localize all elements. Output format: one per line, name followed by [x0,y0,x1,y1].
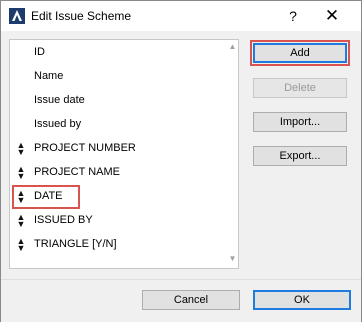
drag-handle-icon[interactable]: ▲ ▼ [16,141,26,157]
edit-issue-scheme-dialog: Edit Issue Scheme ? ✕ ID Name Issue date… [0,0,362,322]
dialog-title: Edit Issue Scheme [31,9,132,23]
export-button[interactable]: Export... [253,146,347,166]
add-highlight-frame [250,40,350,66]
app-icon [9,8,25,24]
import-button[interactable]: Import... [253,112,347,132]
cancel-button[interactable]: Cancel [142,290,240,310]
list-item[interactable]: ▲ ▼ PROJECT NUMBER [10,138,220,160]
list-item-label: TRIANGLE [Y/N] [34,238,117,250]
list-item[interactable]: ▲ ▼ ISSUED BY [10,210,220,232]
ok-button[interactable]: OK [253,290,351,310]
drag-handle-icon[interactable]: ▲ ▼ [16,165,26,181]
list-item[interactable]: Issue date [10,90,220,112]
list-item[interactable]: Name [10,66,220,88]
scroll-up-icon[interactable]: ▲ [227,42,238,52]
help-button[interactable]: ? [283,6,303,26]
delete-button[interactable]: Delete [253,78,347,98]
issue-field-list[interactable]: ID Name Issue date Issued by ▲ ▼ PROJECT … [9,39,239,269]
list-item[interactable]: ▲ ▼ TRIANGLE [Y/N] [10,234,220,256]
list-item-label: ISSUED BY [34,214,93,226]
title-bar: Edit Issue Scheme ? ✕ [1,1,361,31]
list-scrollbar[interactable]: ▲ ▼ [227,40,238,268]
scroll-down-icon[interactable]: ▼ [227,254,238,264]
drag-handle-icon[interactable]: ▲ ▼ [16,237,26,253]
list-item[interactable]: ▲ ▼ PROJECT NAME [10,162,220,184]
close-button[interactable]: ✕ [321,6,343,26]
list-item[interactable]: Issued by [10,114,220,136]
list-item[interactable]: ID [10,42,220,64]
drag-handle-icon[interactable]: ▲ ▼ [16,213,26,229]
list-item-label: PROJECT NAME [34,166,120,178]
date-highlight-frame [12,185,80,209]
list-item-label: Issued by [34,118,82,130]
list-item-label: ID [34,46,45,58]
list-item-label: PROJECT NUMBER [34,142,136,154]
list-item-label: Name [34,70,64,82]
list-item-label: Issue date [34,94,85,106]
dialog-footer: Cancel OK [1,279,361,322]
